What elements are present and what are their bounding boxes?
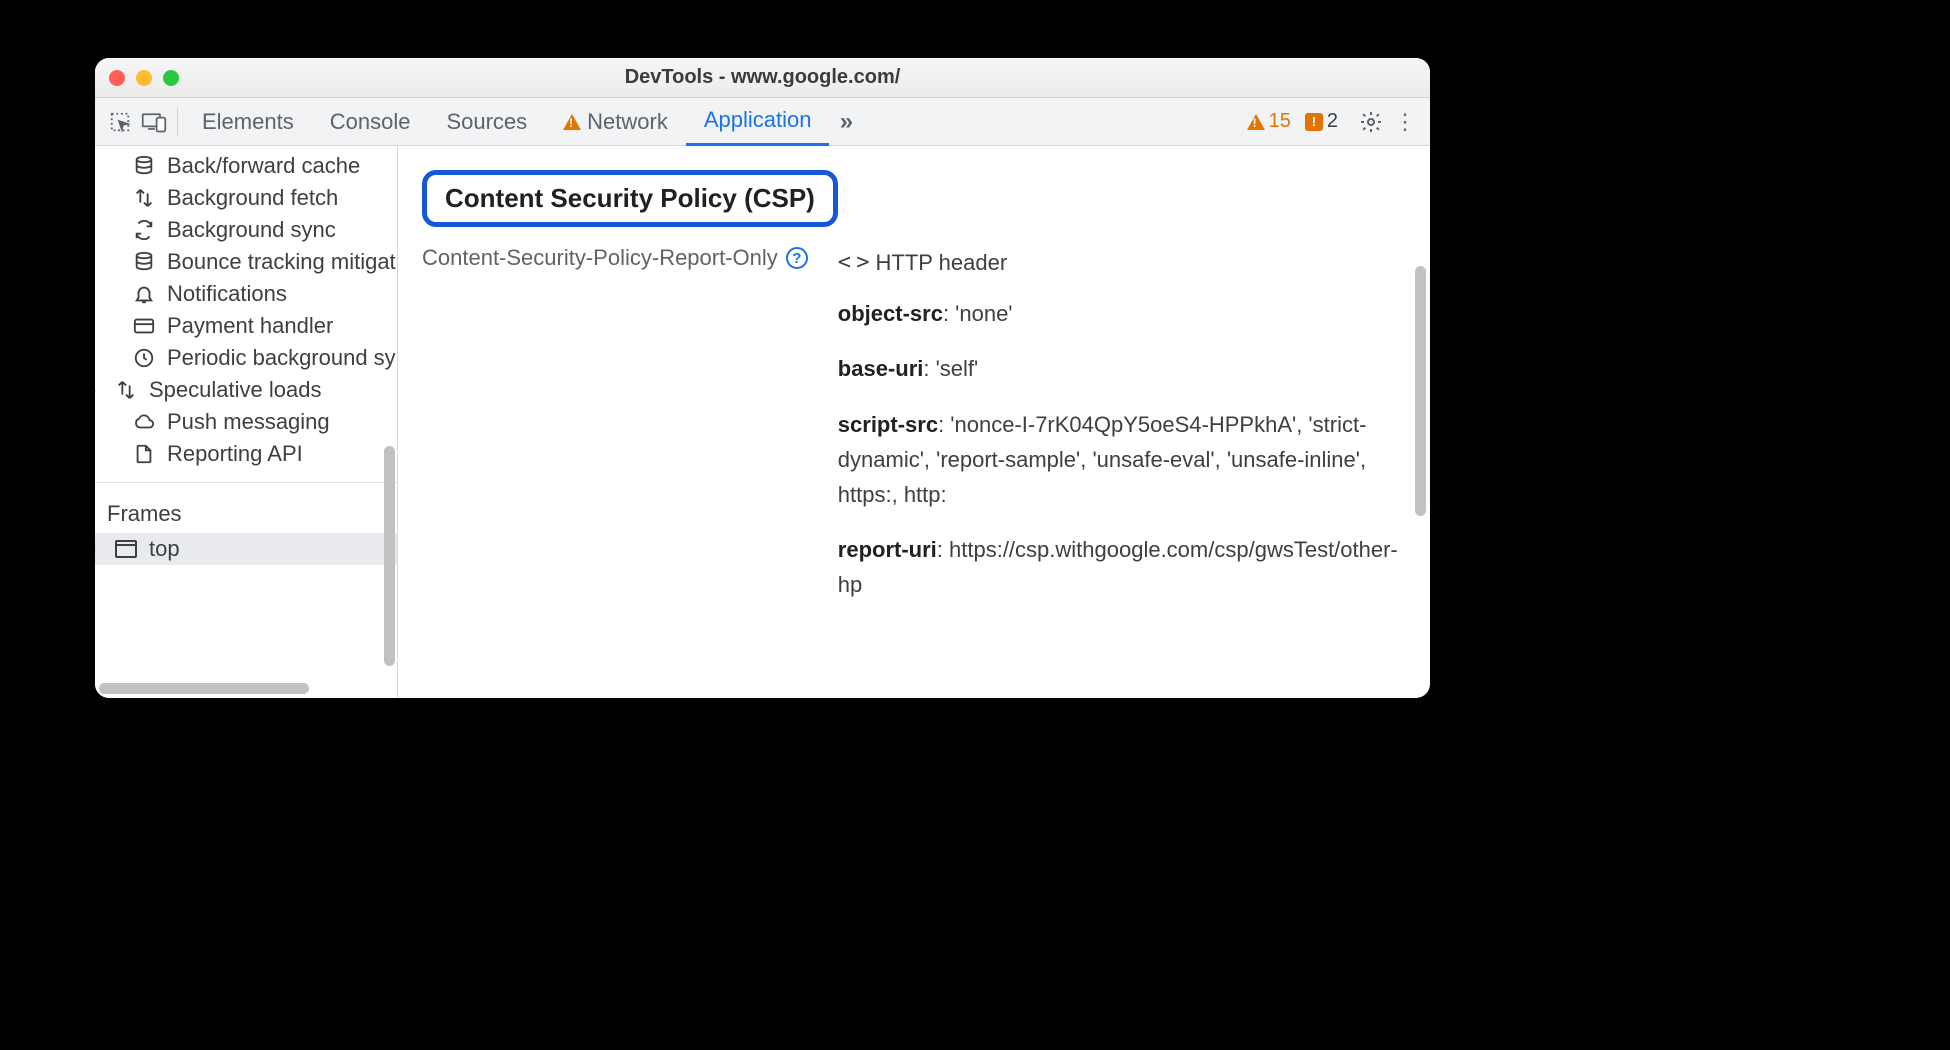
expand-arrow-icon[interactable]: ▶ [95,541,99,558]
sync-icon [131,217,157,243]
csp-directive: object-src: 'none' [838,296,1406,331]
database-icon [131,153,157,179]
tab-application[interactable]: Application [686,98,830,146]
sidebar-item-label: Background sync [167,217,336,243]
tab-console[interactable]: Console [312,98,429,146]
divider [177,108,178,136]
minimize-window-button[interactable] [136,70,152,86]
csp-policy-name-label: Content-Security-Policy-Report-Only ? [422,245,808,271]
csp-policy-name: Content-Security-Policy-Report-Only [422,245,778,271]
sidebar-item-bounce-tracking[interactable]: Bounce tracking mitigations [95,246,397,278]
sidebar-item-label: top [149,536,180,562]
sidebar-item-payment-handler[interactable]: Payment handler [95,310,397,342]
inspect-icon[interactable] [103,105,137,139]
tab-sources[interactable]: Sources [428,98,545,146]
warnings-badge[interactable]: 15 [1247,110,1291,133]
sidebar-item-label: Push messaging [167,409,330,435]
updown-icon [113,377,139,403]
errors-count: 2 [1327,110,1338,133]
sidebar-horizontal-scrollbar[interactable] [99,683,309,694]
sidebar-item-speculative-loads[interactable]: ▶ Speculative loads [95,374,397,406]
csp-source-label: HTTP header [876,245,1008,280]
csp-directive: report-uri: https://csp.withgoogle.com/c… [838,532,1406,602]
sidebar-item-back-forward-cache[interactable]: Back/forward cache [95,150,397,182]
traffic-lights [109,70,179,86]
settings-icon[interactable] [1354,105,1388,139]
window-title: DevTools - www.google.com/ [95,66,1430,89]
csp-directive: script-src: 'nonce-I-7rK04QpY5oeS4-HPPkh… [838,407,1406,513]
devtools-window: DevTools - www.google.com/ Elements Cons… [95,58,1430,698]
warnings-count: 15 [1269,110,1291,133]
device-toolbar-icon[interactable] [137,105,171,139]
code-icon: < > [838,245,866,280]
sidebar-item-label: Payment handler [167,313,333,339]
csp-details: < > HTTP header object-src: 'none' base-u… [838,245,1406,623]
title-bar: DevTools - www.google.com/ [95,58,1430,98]
sidebar-item-label: Back/forward cache [167,153,360,179]
sidebar-scrollbar[interactable] [384,446,395,666]
content-area: Back/forward cache Background fetch Back… [95,146,1430,698]
help-icon[interactable]: ? [786,247,808,269]
expand-arrow-icon[interactable]: ▶ [95,382,99,399]
csp-directive: base-uri: 'self' [838,351,1406,386]
csp-heading: Content Security Policy (CSP) [422,170,838,227]
kebab-menu-icon[interactable]: ⋮ [1388,105,1422,139]
sidebar-tree: Back/forward cache Background fetch Back… [95,146,397,470]
devtools-tabbar: Elements Console Sources Network Applica… [95,98,1430,146]
warning-icon [1247,114,1265,130]
sidebar-section-frames: Frames [95,482,397,533]
errors-badge[interactable]: ! 2 [1305,110,1338,133]
main-scrollbar[interactable] [1415,266,1426,516]
sidebar-item-background-fetch[interactable]: Background fetch [95,182,397,214]
file-icon [131,441,157,467]
tab-network[interactable]: Network [545,98,686,146]
main-panel: Content Security Policy (CSP) Content-Se… [398,146,1430,698]
sidebar-item-label: Speculative loads [149,377,321,403]
database-icon [131,249,157,275]
tab-network-label: Network [587,109,668,135]
application-sidebar: Back/forward cache Background fetch Back… [95,146,398,698]
updown-icon [131,185,157,211]
frame-icon [113,536,139,562]
sidebar-item-push-messaging[interactable]: Push messaging [95,406,397,438]
sidebar-item-label: Background fetch [167,185,338,211]
sidebar-item-label: Bounce tracking mitigations [167,249,397,275]
sidebar-item-label: Reporting API [167,441,303,467]
sidebar-item-label: Notifications [167,281,287,307]
close-window-button[interactable] [109,70,125,86]
sidebar-item-label: Periodic background sync [167,345,397,371]
bell-icon [131,281,157,307]
zoom-window-button[interactable] [163,70,179,86]
warning-icon [563,114,581,130]
cloud-icon [131,409,157,435]
card-icon [131,313,157,339]
csp-row: Content-Security-Policy-Report-Only ? < … [422,245,1406,623]
sidebar-item-reporting-api[interactable]: Reporting API [95,438,397,470]
clock-icon [131,345,157,371]
sidebar-item-periodic-background-sync[interactable]: Periodic background sync [95,342,397,374]
error-icon: ! [1305,113,1323,131]
csp-source: < > HTTP header [838,245,1406,280]
sidebar-item-background-sync[interactable]: Background sync [95,214,397,246]
tab-elements[interactable]: Elements [184,98,312,146]
sidebar-item-notifications[interactable]: Notifications [95,278,397,310]
sidebar-frame-top[interactable]: ▶ top [95,533,397,565]
more-tabs-icon[interactable]: » [829,105,863,139]
